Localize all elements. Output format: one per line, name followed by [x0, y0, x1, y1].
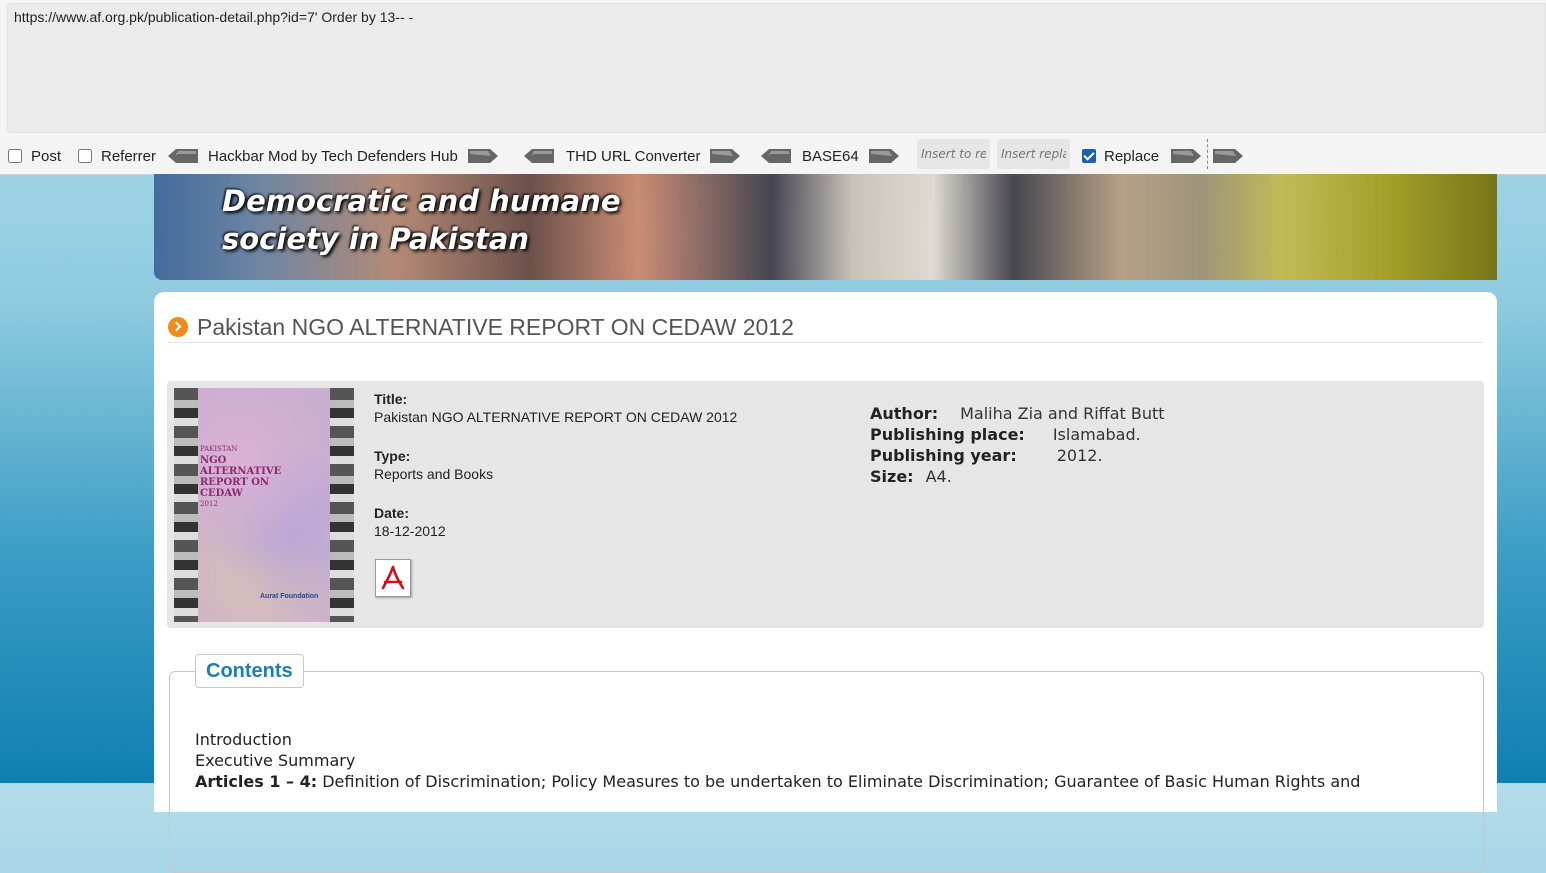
url-converter-label: THD URL Converter — [566, 147, 701, 165]
year-label: Publishing year: — [870, 446, 1017, 465]
author-label: Author: — [870, 404, 939, 423]
hackbar-mod-label: Hackbar Mod by Tech Defenders Hub — [208, 147, 458, 165]
chevron-left-icon[interactable] — [524, 149, 554, 163]
replace-checkbox[interactable] — [1082, 149, 1096, 163]
cover-title: PAKISTAN NGO ALTERNATIVE REPORT ON CEDAW… — [200, 444, 310, 510]
chevron-right-icon[interactable] — [868, 149, 899, 163]
chevron-right-icon[interactable] — [1213, 149, 1243, 163]
url-converter-group: THD URL Converter — [524, 139, 741, 173]
heading-divider — [167, 342, 1484, 343]
meta-title-value: Pakistan NGO ALTERNATIVE REPORT ON CEDAW… — [374, 409, 738, 425]
insert-replacement-input[interactable] — [997, 139, 1070, 169]
place-label: Publishing place: — [870, 425, 1025, 444]
page-title-text: Pakistan NGO ALTERNATIVE REPORT ON CEDAW… — [197, 313, 794, 340]
articles-label: Articles 1 – 4: — [195, 772, 318, 791]
chevron-right-icon[interactable] — [1171, 149, 1201, 163]
pdf-download-icon[interactable] — [375, 559, 411, 597]
chevron-left-icon[interactable] — [761, 149, 791, 163]
url-textarea[interactable]: https://www.af.org.pk/publication-detail… — [7, 3, 1546, 133]
contents-legend: Contents — [195, 654, 304, 688]
cover-title-line: NGO ALTERNATIVE — [200, 455, 282, 477]
meta-type-value: Reports and Books — [374, 466, 494, 482]
size-row: Size: A4. — [870, 466, 1165, 487]
meta-type: Type: Reports and Books — [374, 448, 493, 482]
publication-details: Author: Maliha Zia and Riffat Butt Publis… — [870, 403, 1165, 487]
meta-title-label: Title: — [374, 391, 408, 407]
base64-label: BASE64 — [802, 147, 859, 165]
hackbar-toolbar: https://www.af.org.pk/publication-detail… — [0, 0, 1546, 175]
meta-date-label: Date: — [374, 505, 410, 521]
cover-title-small: PAKISTAN — [200, 445, 238, 453]
place-value: Islamabad. — [1052, 425, 1141, 444]
cover-title-line: CEDAW — [200, 488, 243, 499]
chevron-right-icon[interactable] — [710, 149, 741, 163]
cover-photo-strip — [174, 388, 199, 622]
content-panel: Pakistan NGO ALTERNATIVE REPORT ON CEDAW… — [154, 292, 1497, 873]
chevron-right-icon[interactable] — [467, 149, 498, 163]
place-row: Publishing place: Islamabad. — [870, 424, 1165, 445]
meta-type-label: Type: — [374, 448, 411, 464]
cover-photo-strip — [330, 388, 354, 622]
replace-label: Replace — [1104, 147, 1160, 165]
list-item: Introduction — [195, 730, 292, 749]
author-row: Author: Maliha Zia and Riffat Butt — [870, 403, 1165, 424]
pdf-icon — [381, 565, 405, 590]
list-item: Articles 1 – 4: Definition of Discrimina… — [195, 771, 1360, 792]
hackbar-mod-group: Hackbar Mod by Tech Defenders Hub — [168, 139, 498, 173]
referrer-checkbox[interactable] — [78, 149, 92, 163]
publication-info-box: PAKISTAN NGO ALTERNATIVE REPORT ON CEDAW… — [167, 381, 1484, 628]
base64-group: BASE64 — [761, 139, 899, 173]
chevron-left-icon[interactable] — [168, 149, 198, 163]
banner-title: Democratic and humane society in Pakista… — [222, 184, 621, 256]
replace-go-group — [1171, 139, 1201, 173]
author-value: Maliha Zia and Riffat Butt — [960, 404, 1165, 423]
meta-date: Date: 18-12-2012 — [374, 505, 446, 539]
referrer-label: Referrer — [101, 147, 157, 165]
replace-option[interactable]: Replace — [1082, 139, 1159, 173]
cover-title-year: 2012 — [200, 500, 218, 508]
extra-go-group — [1213, 139, 1243, 173]
articles-text: Definition of Discrimination; Policy Mea… — [322, 772, 1361, 791]
insert-to-replace-input[interactable] — [917, 139, 990, 169]
cover-publisher: Aurat Foundation — [260, 593, 319, 600]
header-banner: Democratic and humane society in Pakista… — [154, 174, 1497, 280]
post-label: Post — [31, 147, 62, 165]
arrow-circle-icon — [168, 317, 188, 337]
list-item: Executive Summary — [195, 751, 356, 770]
cover-title-line: REPORT ON — [200, 477, 270, 488]
referrer-option[interactable]: Referrer — [78, 139, 156, 173]
meta-date-value: 18-12-2012 — [374, 523, 446, 539]
page-title: Pakistan NGO ALTERNATIVE REPORT ON CEDAW… — [168, 310, 794, 344]
size-label: Size: — [870, 467, 914, 486]
post-option[interactable]: Post — [8, 139, 61, 173]
year-value: 2012. — [1056, 446, 1103, 465]
meta-title: Title: Pakistan NGO ALTERNATIVE REPORT O… — [374, 391, 737, 425]
publication-cover-image[interactable]: PAKISTAN NGO ALTERNATIVE REPORT ON CEDAW… — [174, 388, 354, 622]
toolbar-divider — [1207, 139, 1208, 169]
year-row: Publishing year: 2012. — [870, 445, 1165, 466]
post-checkbox[interactable] — [8, 149, 22, 163]
size-value: A4. — [925, 467, 952, 486]
